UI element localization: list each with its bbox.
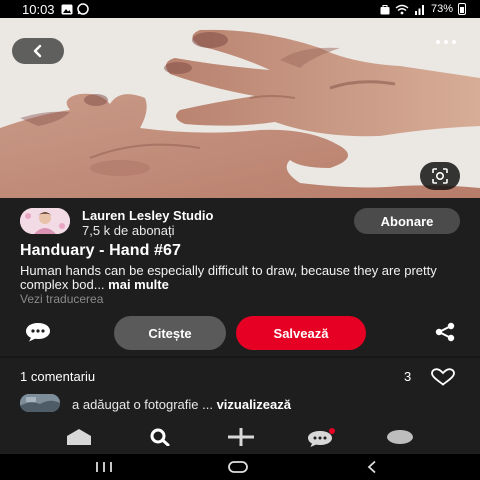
pin-image[interactable] bbox=[0, 18, 480, 198]
creator-name[interactable]: Lauren Lesley Studio bbox=[82, 208, 213, 223]
nav-messages[interactable] bbox=[306, 428, 338, 453]
wifi-icon bbox=[395, 4, 409, 14]
home-icon bbox=[67, 429, 91, 445]
comment-activity-text: a adăugat o fotografie ... vizualizează bbox=[72, 397, 291, 412]
creator-followers: 7,5 k de abonați bbox=[82, 223, 175, 238]
recent-apps-icon bbox=[96, 462, 112, 472]
share-icon bbox=[435, 322, 455, 342]
like-button[interactable] bbox=[430, 368, 456, 391]
heart-icon bbox=[431, 368, 455, 386]
recent-apps-button[interactable] bbox=[92, 460, 116, 479]
signal-icon bbox=[414, 4, 424, 15]
comment-photo-thumbnail[interactable] bbox=[20, 394, 60, 412]
comment-button[interactable] bbox=[24, 321, 52, 348]
visual-search-button[interactable] bbox=[420, 162, 460, 190]
read-button[interactable]: Citește bbox=[114, 316, 226, 350]
profile-icon bbox=[387, 430, 413, 444]
create-plus-icon bbox=[228, 428, 254, 446]
home-circle-icon bbox=[228, 461, 248, 473]
pin-description: Human hands can be especially difficult … bbox=[20, 264, 464, 292]
messages-icon bbox=[308, 428, 335, 447]
comment-item[interactable]: a adăugat o fotografie ... vizualizează bbox=[20, 394, 460, 414]
hands-illustration bbox=[0, 18, 480, 198]
follow-button[interactable]: Abonare bbox=[354, 208, 460, 234]
back-chevron-icon bbox=[367, 460, 376, 474]
creator-row: Lauren Lesley Studio 7,5 k de abonați Ab… bbox=[0, 198, 480, 240]
section-divider bbox=[0, 356, 480, 358]
back-button[interactable] bbox=[12, 38, 64, 64]
status-bar: 10:03 73% bbox=[0, 0, 480, 18]
share-button[interactable] bbox=[434, 322, 456, 347]
more-options-button[interactable] bbox=[436, 40, 456, 44]
view-photo-link[interactable]: vizualizează bbox=[217, 397, 291, 412]
battery-icon bbox=[458, 3, 466, 15]
battery-percent: 73% bbox=[430, 2, 453, 15]
comment-activity-body: a adăugat o fotografie ... bbox=[72, 397, 213, 412]
more-dot bbox=[444, 40, 448, 44]
see-translation-link[interactable]: Vezi traducerea bbox=[20, 292, 103, 306]
creator-avatar[interactable] bbox=[20, 208, 70, 234]
nav-create[interactable] bbox=[226, 428, 256, 451]
more-dot bbox=[452, 40, 456, 44]
whatsapp-notification-icon bbox=[76, 3, 89, 15]
pin-description-text: Human hands can be especially difficult … bbox=[20, 263, 437, 292]
read-more-link[interactable]: mai multe bbox=[108, 277, 169, 292]
speech-bubble-icon bbox=[26, 323, 50, 342]
lens-icon bbox=[432, 168, 448, 184]
bottom-navigation bbox=[0, 422, 480, 454]
status-time: 10:03 bbox=[22, 1, 55, 17]
nav-search[interactable] bbox=[146, 428, 174, 451]
nav-home[interactable] bbox=[64, 428, 94, 451]
chevron-left-icon bbox=[33, 44, 42, 58]
reactions-count: 3 bbox=[404, 369, 412, 384]
search-icon bbox=[150, 428, 170, 447]
thumbnail-image bbox=[20, 394, 60, 412]
comments-count[interactable]: 1 comentariu bbox=[20, 369, 95, 384]
gallery-notification-icon bbox=[61, 4, 73, 14]
notification-bag-icon bbox=[380, 4, 390, 14]
save-button[interactable]: Salvează bbox=[236, 316, 366, 350]
pin-title: Handuary - Hand #67 bbox=[20, 242, 182, 259]
nav-profile[interactable] bbox=[386, 428, 414, 451]
avatar-image bbox=[20, 208, 70, 234]
back-system-button[interactable] bbox=[364, 460, 380, 479]
system-navigation-bar bbox=[0, 454, 480, 480]
home-system-button[interactable] bbox=[226, 460, 250, 479]
more-dot bbox=[436, 40, 440, 44]
